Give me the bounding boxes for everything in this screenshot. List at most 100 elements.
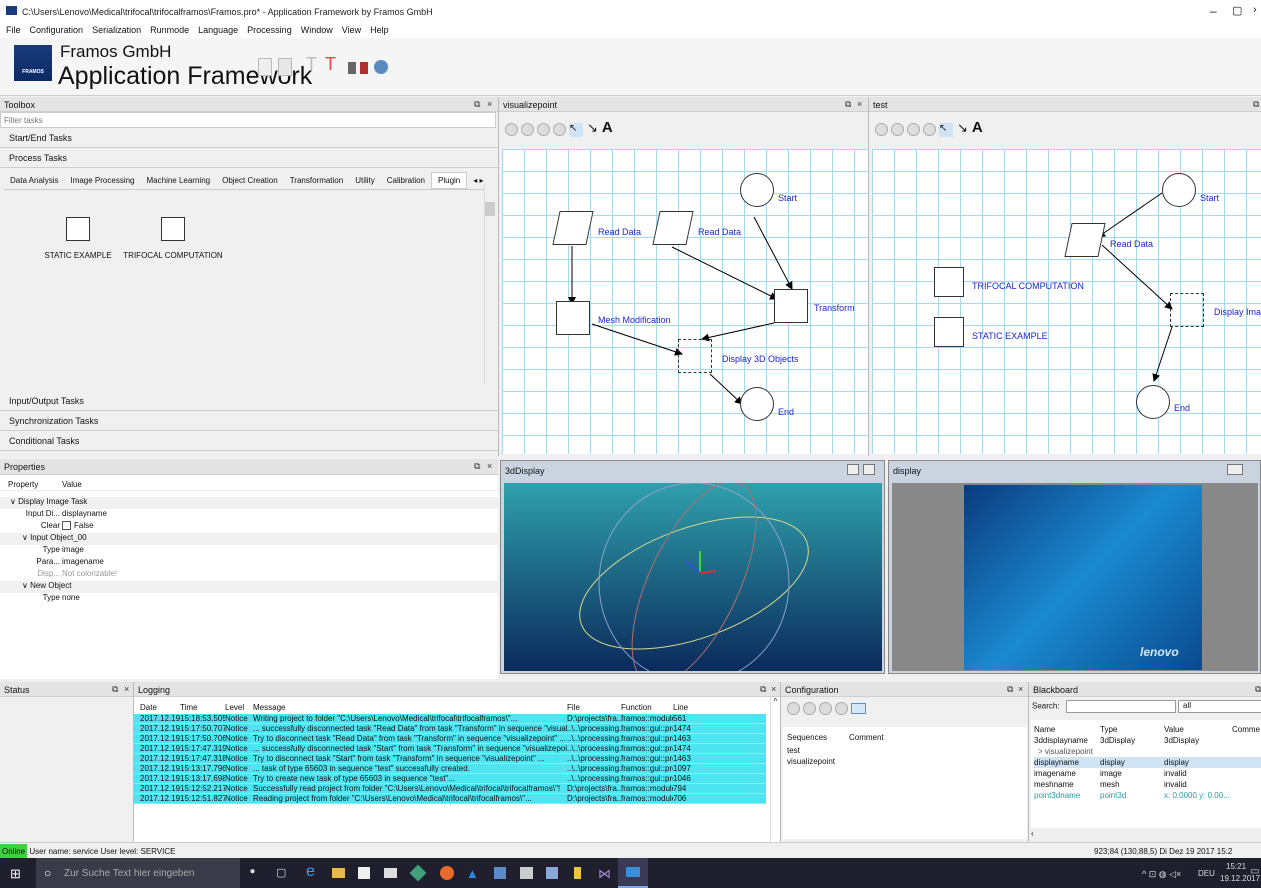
menu-help[interactable]: Help xyxy=(370,25,389,35)
play-icon[interactable] xyxy=(505,123,518,137)
app-icon-3[interactable] xyxy=(494,867,506,879)
step-icon[interactable] xyxy=(891,123,904,137)
prop-row[interactable]: ∨ Display Image Task xyxy=(0,497,498,509)
canvas2-grid[interactable]: Start Read Data TRIFOCAL COMPUTATION STA… xyxy=(872,149,1261,454)
stop-icon[interactable] xyxy=(835,702,848,715)
process-tasks[interactable]: Process Tasks xyxy=(0,148,498,168)
prop-row[interactable]: Para... imagename xyxy=(0,557,498,569)
toolbox-scrollbar[interactable] xyxy=(484,184,495,384)
log-row[interactable]: 2017.12.1915:18:53.505Notice Writing proj… xyxy=(134,714,766,724)
log-row[interactable]: 2017.12.1915:12:51.827Notice Reading proj… xyxy=(134,794,766,804)
float-icon[interactable]: ⧉ xyxy=(474,99,480,110)
app-icon-6[interactable] xyxy=(574,867,581,879)
flag-red-icon[interactable] xyxy=(360,62,368,74)
3d-viewport[interactable] xyxy=(504,481,882,685)
bb-row[interactable]: point3dname point3d x: 0.0000 y: 0.00... xyxy=(1034,790,1261,801)
expand-icon[interactable]: ∨ xyxy=(22,533,30,542)
read-data-node-3[interactable] xyxy=(1064,223,1106,257)
menu-processing[interactable]: Processing xyxy=(247,25,292,35)
synchronization-tasks[interactable]: Synchronization Tasks xyxy=(0,411,498,431)
menu-language[interactable]: Language xyxy=(198,25,238,35)
play-icon[interactable] xyxy=(875,123,888,137)
mail-icon[interactable] xyxy=(384,868,397,878)
bb-row[interactable]: > visualizepoint xyxy=(1034,746,1261,757)
edge-icon[interactable]: e xyxy=(306,863,315,881)
start-node-2[interactable] xyxy=(1162,173,1196,207)
log-row[interactable]: 2017.12.1915:17:50.707Notice ... successf… xyxy=(134,724,766,734)
log-scrollbar[interactable]: ^ xyxy=(770,697,780,842)
transform-node[interactable] xyxy=(774,289,808,323)
connect-icon[interactable]: ↘ xyxy=(957,120,968,135)
minimize-icon[interactable] xyxy=(1227,464,1243,475)
prop-row[interactable]: Type image xyxy=(0,545,498,557)
float-icon[interactable]: ⧉ xyxy=(1253,99,1259,110)
float-icon[interactable]: ⧉ xyxy=(474,461,480,472)
save-icon[interactable] xyxy=(278,58,292,76)
tray-icons[interactable]: ^ ⊡ ◍ ◁× xyxy=(1142,869,1181,880)
float-icon[interactable]: ⧉ xyxy=(1007,684,1013,695)
text-tool-icon[interactable]: T xyxy=(306,54,320,74)
sequence-row[interactable]: visualizepoint xyxy=(787,757,1027,766)
float-icon[interactable]: ⧉ xyxy=(112,684,118,695)
pointer-icon[interactable]: ↖ xyxy=(939,122,953,137)
prop-row[interactable]: Disp... Not colorizable! xyxy=(0,569,498,581)
image-viewport[interactable]: lenovo xyxy=(892,483,1258,671)
active-app-icon[interactable] xyxy=(618,858,648,888)
menu-configuration[interactable]: Configuration xyxy=(30,25,84,35)
tab-machine-learning[interactable]: Machine Learning xyxy=(141,173,217,188)
conditional-tasks[interactable]: Conditional Tasks xyxy=(0,431,498,451)
display-image-node[interactable] xyxy=(1170,293,1204,327)
bb-row[interactable]: meshname mesh invalid xyxy=(1034,779,1261,790)
mic-icon[interactable]: ⦁ xyxy=(250,866,255,877)
app-icon-5[interactable] xyxy=(546,867,558,879)
menu-runmode[interactable]: Runmode xyxy=(150,25,189,35)
expand-icon[interactable]: ∨ xyxy=(22,581,30,590)
filter-select[interactable]: all xyxy=(1178,700,1261,713)
connect-icon[interactable]: ↘ xyxy=(587,120,598,135)
users-icon[interactable] xyxy=(374,60,388,74)
pause-icon[interactable] xyxy=(819,702,832,715)
log-row[interactable]: 2017.12.1915:17:47.319Notice ... successf… xyxy=(134,744,766,754)
log-row[interactable]: 2017.12.1915:13:17.698Notice Try to creat… xyxy=(134,774,766,784)
app-icon-1[interactable] xyxy=(409,864,427,882)
start-end-tasks[interactable]: Start/End Tasks xyxy=(0,128,498,148)
log-row[interactable]: 2017.12.1915:17:50.706Notice Try to disco… xyxy=(134,734,766,744)
close-icon[interactable]: × xyxy=(1018,684,1023,694)
flag-icon[interactable] xyxy=(348,62,356,74)
step-icon[interactable] xyxy=(803,702,816,715)
close-icon[interactable]: × xyxy=(487,461,492,471)
close-icon[interactable]: × xyxy=(771,684,776,694)
tab-image-processing[interactable]: Image Processing xyxy=(64,173,140,188)
open-folder-icon[interactable] xyxy=(258,58,272,76)
tab-object-creation[interactable]: Object Creation xyxy=(216,173,284,188)
close-icon[interactable]: × xyxy=(857,99,862,109)
language-indicator[interactable]: DEU xyxy=(1198,869,1215,878)
filter-tasks-input[interactable] xyxy=(0,112,496,128)
display-3d-node[interactable] xyxy=(678,339,712,373)
text-red-icon[interactable]: T xyxy=(325,54,339,74)
plugin-trifocal[interactable]: TRIFOCAL COMPUTATION xyxy=(108,217,238,260)
canvas1-grid[interactable]: Start Read Data Read Data Transform Mesh… xyxy=(502,149,868,454)
task-view-icon[interactable]: ▢ xyxy=(276,866,286,879)
sequence-row[interactable]: test xyxy=(787,746,1027,755)
pause-icon[interactable] xyxy=(907,123,920,137)
clear-checkbox[interactable] xyxy=(62,521,71,531)
tab-utility[interactable]: Utility xyxy=(349,173,381,188)
menu-window[interactable]: Window xyxy=(301,25,333,35)
stop-icon[interactable] xyxy=(553,123,566,137)
minimize-icon[interactable] xyxy=(847,464,859,475)
tab-data-analysis[interactable]: Data Analysis xyxy=(4,173,64,188)
maximize-button[interactable]: ▢ xyxy=(1232,4,1242,17)
log-row[interactable]: 2017.12.1915:12:52.217Notice Successfully… xyxy=(134,784,766,794)
bb-row[interactable]: imagename image invalid xyxy=(1034,768,1261,779)
bb-hscrollbar[interactable]: ‹ xyxy=(1031,829,1261,839)
log-row[interactable]: 2017.12.1915:13:17.796Notice ... task of … xyxy=(134,764,766,774)
windows-start-icon[interactable]: ⊞ xyxy=(10,866,21,882)
bb-row[interactable]: displayname display display xyxy=(1034,757,1261,768)
minimize-button[interactable]: – xyxy=(1210,4,1217,18)
trifocal-node[interactable] xyxy=(934,267,964,297)
tab-scroll-icon[interactable]: ◂ ▸ xyxy=(467,173,484,188)
plugin-static-example[interactable]: STATIC EXAMPLE xyxy=(38,217,118,260)
float-icon[interactable]: ⧉ xyxy=(760,684,766,695)
menu-view[interactable]: View xyxy=(342,25,361,35)
